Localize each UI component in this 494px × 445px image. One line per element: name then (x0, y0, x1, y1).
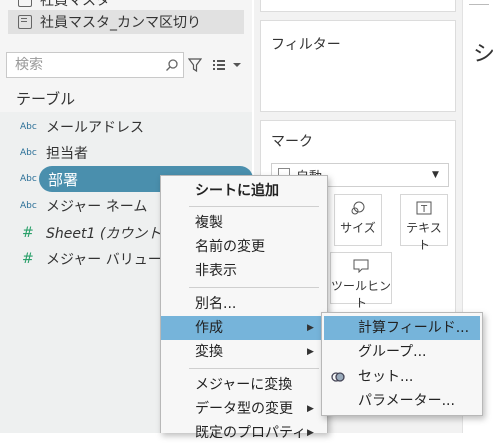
size-button[interactable]: サイズ (334, 194, 382, 246)
submenu-item-set[interactable]: セット... (324, 365, 480, 389)
filters-card[interactable]: フィルター (260, 20, 456, 112)
menu-item-aliases[interactable]: 別名... (161, 292, 327, 316)
text-icon: T (416, 201, 432, 215)
submenu-item-group[interactable]: グループ... (324, 340, 480, 364)
datasource-icon (18, 15, 32, 29)
number-type-icon: # (22, 251, 34, 267)
view-list-icon[interactable] (212, 58, 242, 72)
data-source-label: 社員マスタ (40, 0, 110, 9)
string-type-icon: Abc (20, 174, 37, 184)
data-source-item-selected[interactable]: 社員マスタ_カンマ区切り (8, 10, 244, 34)
menu-separator (189, 368, 319, 369)
menu-item-add-to-sheet[interactable]: シートに追加 (161, 179, 327, 203)
search-field[interactable] (6, 52, 184, 78)
context-menu: シートに追加 複製 名前の変更 非表示 別名... 作成 ▶ 変換 ▶ メジャー… (160, 175, 328, 441)
menu-item-transform[interactable]: 変換 ▶ (161, 340, 327, 364)
filters-title: フィルター (271, 37, 341, 53)
tooltip-label: ツールヒント (331, 279, 392, 310)
number-type-icon: # (22, 225, 34, 241)
data-source-label: 社員マスタ_カンマ区切り (40, 15, 201, 31)
menu-separator (189, 206, 319, 207)
field-label: メジャー バリュー (46, 252, 162, 268)
field-label: 部署 (48, 170, 79, 189)
marks-title: マーク (271, 134, 313, 150)
field-label: 担当者 (46, 146, 88, 162)
tables-heading: テーブル (16, 90, 76, 108)
field-item[interactable]: Abc 担当者 (0, 140, 252, 166)
search-icon (166, 59, 178, 71)
submenu-item-parameter[interactable]: パラメーター... (324, 389, 480, 413)
field-label: メジャー ネーム (46, 199, 148, 215)
tooltip-icon (353, 259, 369, 273)
size-label: サイズ (340, 221, 376, 235)
menu-item-duplicate[interactable]: 複製 (161, 211, 327, 235)
create-submenu: 計算フィールド... グループ... セット... パラメーター... (321, 312, 483, 416)
string-type-icon: Abc (20, 122, 37, 132)
submenu-arrow-icon: ▶ (307, 428, 314, 438)
filter-icon[interactable] (188, 57, 202, 73)
size-icon (351, 201, 365, 215)
set-icon (331, 372, 345, 382)
menu-item-default-properties[interactable]: 既定のプロパティ ▶ (161, 421, 327, 445)
submenu-arrow-icon: ▶ (307, 323, 314, 333)
menu-item-create[interactable]: 作成 ▶ (161, 316, 327, 340)
menu-item-hide[interactable]: 非表示 (161, 259, 327, 283)
datasource-icon (18, 0, 32, 7)
pages-card (260, 0, 456, 12)
string-type-icon: Abc (20, 201, 37, 211)
field-label: メールアドレス (46, 120, 144, 136)
menu-item-rename[interactable]: 名前の変更 (161, 235, 327, 259)
tooltip-button[interactable]: ツールヒント (330, 252, 392, 310)
sheet-title: シ (473, 42, 494, 67)
toolbar-fragment (469, 0, 489, 5)
menu-separator (189, 287, 319, 288)
svg-text:T: T (420, 204, 428, 215)
menu-item-change-data-type[interactable]: データ型の変更 ▶ (161, 397, 327, 421)
submenu-item-calculated-field[interactable]: 計算フィールド... (324, 316, 480, 340)
text-label: テキスト (406, 221, 442, 252)
text-button[interactable]: T テキスト (400, 194, 448, 252)
submenu-arrow-icon: ▶ (307, 404, 314, 414)
string-type-icon: Abc (20, 148, 37, 158)
field-label: Sheet1 (カウント) (46, 226, 167, 242)
menu-item-convert-to-measure[interactable]: メジャーに変換 (161, 373, 327, 397)
chevron-down-icon: ▼ (432, 170, 439, 180)
submenu-arrow-icon: ▶ (307, 347, 314, 357)
field-item[interactable]: Abc メールアドレス (0, 114, 252, 140)
search-input[interactable] (13, 53, 167, 77)
